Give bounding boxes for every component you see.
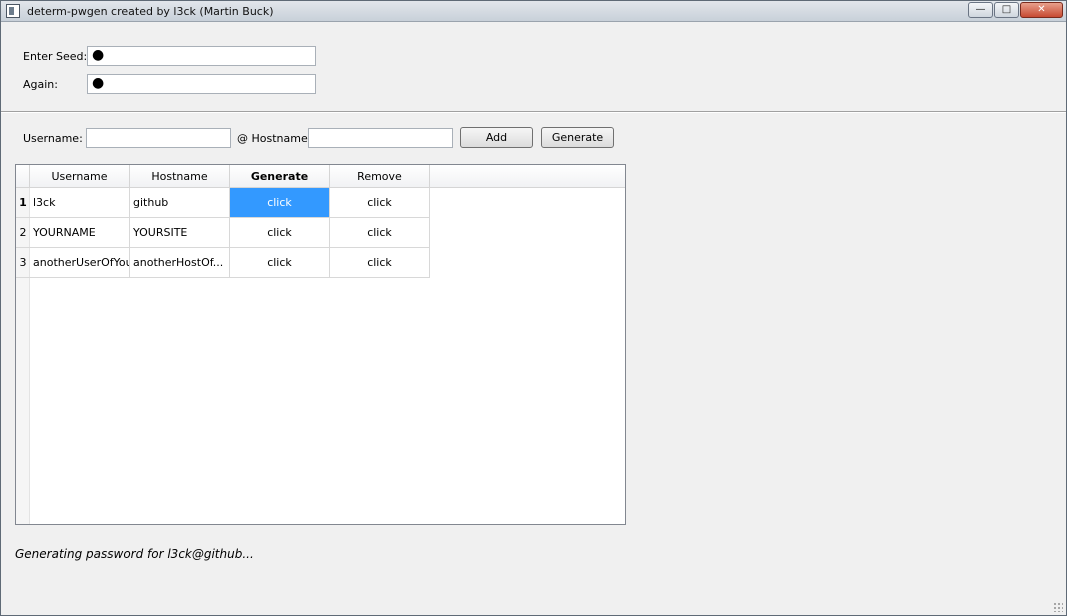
app-icon <box>6 4 20 18</box>
minimize-button[interactable]: — <box>968 2 993 18</box>
cell-generate-click[interactable]: click <box>230 218 330 248</box>
column-header-generate[interactable]: Generate <box>230 165 330 188</box>
row-header-column: 1 2 3 <box>16 188 30 524</box>
table-corner[interactable] <box>16 165 30 188</box>
main-window: determ-pwgen created by l3ck (Martin Buc… <box>0 0 1067 616</box>
generate-button[interactable]: Generate <box>541 127 614 148</box>
column-header-username[interactable]: Username <box>30 165 130 188</box>
cell-generate-click[interactable]: click <box>230 188 330 218</box>
add-button[interactable]: Add <box>460 127 533 148</box>
maximize-button[interactable]: □ <box>994 2 1019 18</box>
cell-remove-click[interactable]: click <box>330 218 430 248</box>
cell-username[interactable]: anotherUserOfYou <box>30 248 130 278</box>
row-number[interactable]: 1 <box>16 188 30 218</box>
cell-hostname[interactable]: github <box>130 188 230 218</box>
cell-generate-click[interactable]: click <box>230 248 330 278</box>
again-input[interactable]: ● <box>87 74 316 94</box>
hostname-label: @ Hostname: <box>237 132 312 145</box>
row-number[interactable]: 2 <box>16 218 30 248</box>
window-controls: — □ ✕ <box>967 2 1063 18</box>
status-message: Generating password for l3ck@github... <box>15 547 254 561</box>
close-button[interactable]: ✕ <box>1020 2 1063 18</box>
seed-value: ● <box>92 47 105 63</box>
seed-label: Enter Seed: <box>23 50 88 63</box>
again-value: ● <box>92 75 105 91</box>
entries-table: Username Hostname Generate Remove 1 2 3 … <box>15 164 626 525</box>
cell-remove-click[interactable]: click <box>330 188 430 218</box>
cell-username[interactable]: YOURNAME <box>30 218 130 248</box>
resize-grip[interactable] <box>1053 602 1063 612</box>
again-label: Again: <box>23 78 58 91</box>
column-header-remove[interactable]: Remove <box>330 165 430 188</box>
section-divider <box>1 111 1066 113</box>
table-header: Username Hostname Generate Remove <box>16 165 625 188</box>
cell-remove-click[interactable]: click <box>330 248 430 278</box>
title-bar[interactable]: determ-pwgen created by l3ck (Martin Buc… <box>1 1 1066 22</box>
column-header-hostname[interactable]: Hostname <box>130 165 230 188</box>
cell-username[interactable]: l3ck <box>30 188 130 218</box>
seed-input[interactable]: ● <box>87 46 316 66</box>
username-input[interactable] <box>86 128 231 148</box>
cell-hostname[interactable]: anotherHostOf... <box>130 248 230 278</box>
cell-hostname[interactable]: YOURSITE <box>130 218 230 248</box>
window-title: determ-pwgen created by l3ck (Martin Buc… <box>27 5 274 18</box>
username-label: Username: <box>23 132 83 145</box>
hostname-input[interactable] <box>308 128 453 148</box>
row-number[interactable]: 3 <box>16 248 30 278</box>
